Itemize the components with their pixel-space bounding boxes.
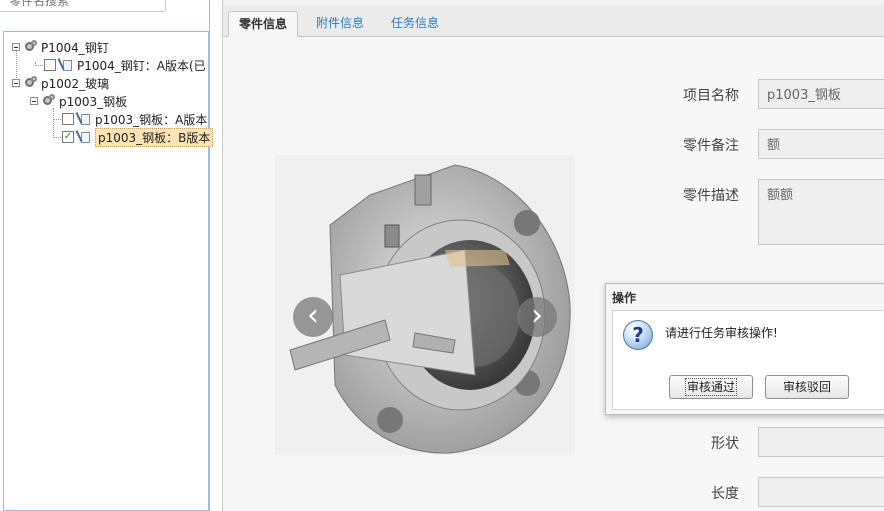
part-note-label: 零件备注 [683,138,739,154]
review-dialog: 操作 ? 请进行任务审核操作! 审核通过 审核驳回 [605,283,884,415]
document-icon [78,130,92,144]
part-icon [42,94,56,108]
project-name-label: 项目名称 [683,88,739,104]
node-checkbox[interactable] [44,59,56,71]
tree-connector [53,137,61,138]
carousel-next-button[interactable]: › [517,297,557,337]
shape-label: 形状 [711,436,739,452]
node-checkbox-checked[interactable]: ✓ [62,131,74,143]
part-icon [24,76,38,90]
part-tree: P1004_钢钉 P1004_钢钉：A版本(已 p1002_玻璃 p1003_钢… [3,31,214,511]
part-info-content: 项目名称 p1003_钢板 零件备注 额 零件描述 额额 形状 长度 ‹ › [223,37,884,511]
tree-node-p1004[interactable]: P1004_钢钉 [12,38,109,56]
tree-node-label[interactable]: p1003_钢板 [59,93,127,110]
collapse-icon[interactable] [30,97,38,105]
tree-node-label[interactable]: p1002_玻璃 [41,75,109,92]
tab-strip: 零件信息 附件信息 任务信息 [223,6,884,37]
tab-part-info[interactable]: 零件信息 [228,11,299,37]
part-desc-label: 零件描述 [683,188,739,204]
part-image-carousel: ‹ › [275,155,575,455]
shape-field[interactable] [758,427,884,457]
tree-node-label[interactable]: P1004_钢钉 [41,39,109,56]
tree-connector [53,108,54,138]
reject-button[interactable]: 审核驳回 [765,375,849,399]
tree-node-p1004-version-a[interactable]: P1004_钢钉：A版本(已 [44,56,206,74]
dialog-body: ? 请进行任务审核操作! 审核通过 审核驳回 [612,310,884,410]
tree-node-label[interactable]: P1004_钢钉：A版本(已 [77,57,206,74]
detail-panel: 零件信息 附件信息 任务信息 项目名称 p1003_钢板 零件备注 额 零件描述… [222,0,884,511]
node-checkbox[interactable] [62,113,74,125]
length-label: 长度 [711,486,739,502]
tree-node-p1002[interactable]: p1002_玻璃 [12,74,109,92]
tree-node-label[interactable]: p1003_钢板：A版本 [95,111,207,128]
tree-node-p1003[interactable]: p1003_钢板 [30,92,127,110]
part-note-field[interactable]: 额 [758,129,884,159]
tree-node-p1003-version-b[interactable]: ✓ p1003_钢板：B版本 [62,127,214,147]
tree-node-p1003-version-a[interactable]: p1003_钢板：A版本 [62,110,207,128]
document-icon [60,58,74,72]
carousel-prev-button[interactable]: ‹ [293,297,333,337]
dialog-message: 请进行任务审核操作! [665,326,778,340]
approve-button-label: 审核通过 [684,378,738,396]
collapse-icon[interactable] [12,43,20,51]
tab-attachment-info[interactable]: 附件信息 [306,11,374,35]
part-search-box[interactable] [0,0,166,12]
question-icon: ? [623,320,653,350]
approve-button[interactable]: 审核通过 [669,375,753,399]
part-tree-panel: P1004_钢钉 P1004_钢钉：A版本(已 p1002_玻璃 p1003_钢… [0,0,214,511]
project-name-field[interactable]: p1003_钢板 [758,79,884,109]
tree-connector [53,119,61,120]
part-icon [24,40,38,54]
collapse-icon[interactable] [12,79,20,87]
length-field[interactable] [758,477,884,507]
part-search-input[interactable] [7,0,161,12]
tree-node-label-selected[interactable]: p1003_钢板：B版本 [95,127,214,147]
tab-task-info[interactable]: 任务信息 [381,11,449,35]
document-icon [78,112,92,126]
part-desc-field[interactable]: 额额 [758,179,884,245]
reject-button-label: 审核驳回 [782,380,831,394]
dialog-title: 操作 [612,291,637,305]
